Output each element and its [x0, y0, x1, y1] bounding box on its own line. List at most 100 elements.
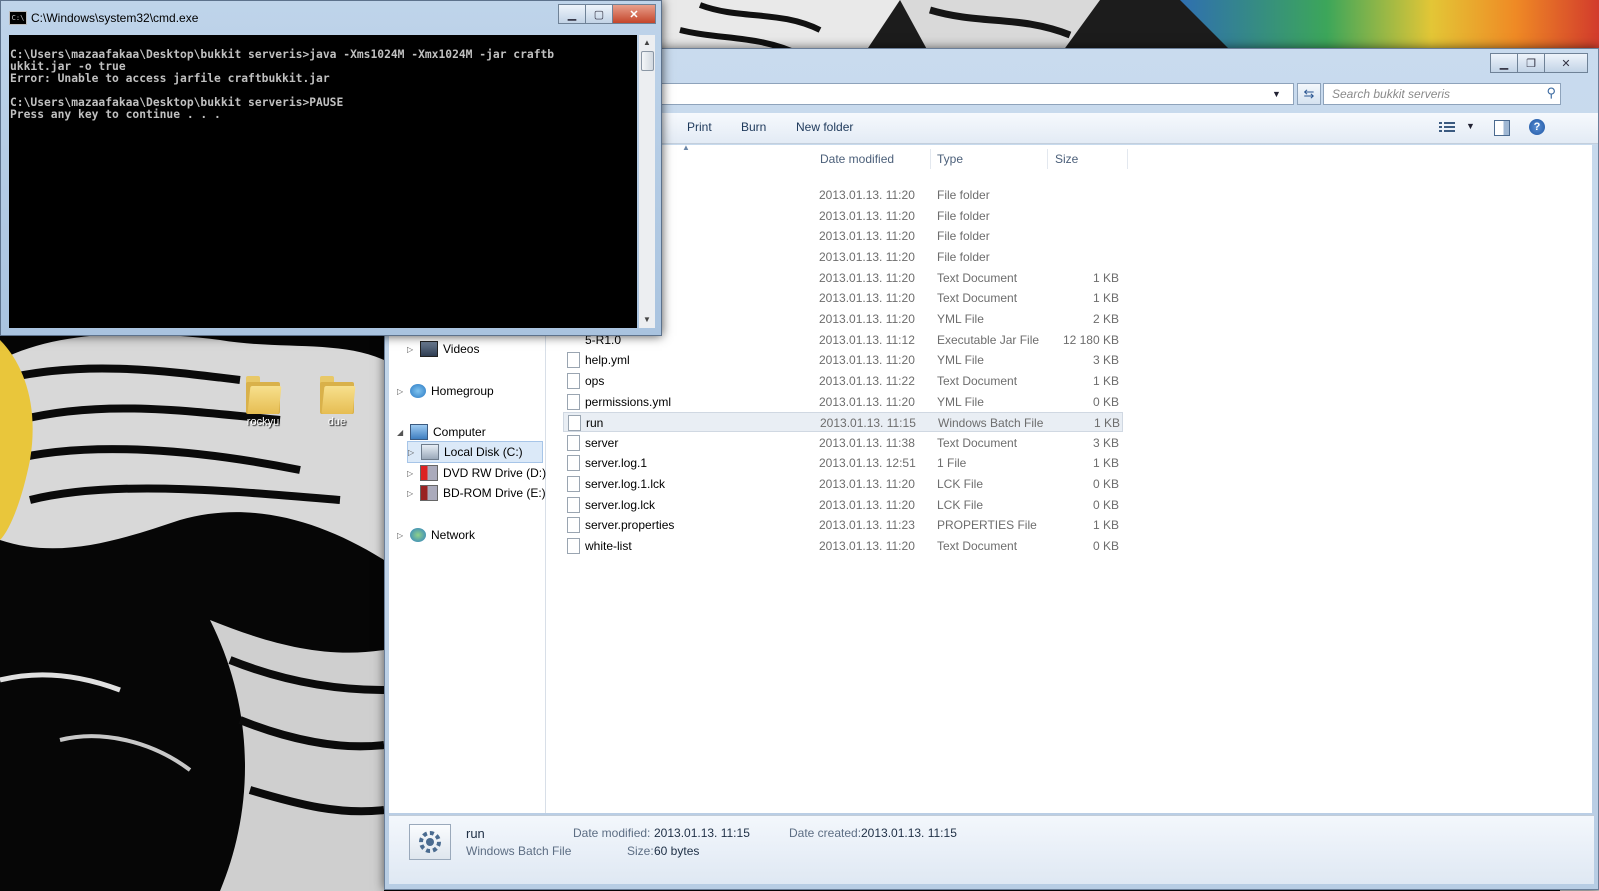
file-row[interactable]: server.log.1.lck 2013.01.13. 11:20 LCK Fil…: [563, 474, 1123, 494]
videos-icon: [420, 341, 438, 357]
expand-arrow-icon[interactable]: ▷: [407, 345, 417, 354]
file-name: server.log.1: [585, 456, 648, 471]
close-button[interactable]: ✕: [613, 4, 656, 24]
search-icon[interactable]: ⚲: [1546, 85, 1556, 101]
nav-item-videos[interactable]: ▷ Videos: [407, 339, 479, 359]
nav-label: Videos: [443, 342, 480, 356]
minimize-button[interactable]: ▁: [1490, 53, 1518, 73]
column-header-size[interactable]: Size: [1049, 149, 1128, 169]
file-size: 1 KB: [1092, 373, 1119, 388]
desktop-folder-icon[interactable]: rockyu: [232, 376, 294, 428]
file-icon: [567, 517, 580, 534]
console-output[interactable]: C:\Users\mazaafakaa\Desktop\bukkit serve…: [9, 35, 637, 328]
close-button[interactable]: ✕: [1545, 53, 1588, 73]
file-row[interactable]: server.log.1 2013.01.13. 12:51 1 File 1 KB: [563, 453, 1123, 473]
details-date-created-label: Date created:: [789, 826, 862, 840]
file-row[interactable]: server 2013.01.13. 11:38 Text Document 3 KB: [563, 433, 1123, 453]
file-date-modified: 2013.01.13. 11:20: [819, 497, 915, 512]
homegroup-icon: [410, 384, 426, 398]
expand-arrow-icon[interactable]: ▷: [397, 531, 407, 540]
file-size: 0 KB: [1092, 497, 1119, 512]
file-icon: [567, 496, 580, 513]
console-text: C:\Users\mazaafakaa\Desktop\bukkit serve…: [10, 48, 555, 121]
chevron-down-icon[interactable]: ▼: [1272, 89, 1281, 99]
print-button[interactable]: Print: [687, 120, 712, 134]
burn-button[interactable]: Burn: [741, 120, 766, 134]
column-header-type[interactable]: Type: [931, 149, 1048, 169]
collapse-arrow-icon[interactable]: ◢: [397, 428, 407, 437]
console-scrollbar[interactable]: ▲ ▼: [639, 35, 655, 328]
nav-label: Local Disk (C:): [444, 445, 523, 459]
expand-arrow-icon[interactable]: ▷: [408, 448, 418, 457]
nav-label: BD-ROM Drive (E:) N: [443, 486, 558, 500]
nav-label: Homegroup: [431, 384, 494, 398]
nav-item-computer[interactable]: ◢ Computer: [397, 422, 486, 442]
file-date-modified: 2013.01.13. 11:12: [819, 332, 915, 347]
close-icon: ✕: [629, 8, 639, 21]
file-name: server.log.1.lck: [585, 477, 666, 492]
minimize-icon: ▁: [1499, 57, 1509, 70]
scrollbar-thumb[interactable]: [641, 51, 654, 71]
scroll-up-icon[interactable]: ▲: [641, 37, 653, 49]
expand-arrow-icon[interactable]: ▷: [407, 469, 417, 478]
search-box[interactable]: ⚲: [1323, 83, 1561, 105]
nav-item-bdrom-drive[interactable]: ▷ BD-ROM Drive (E:) N: [407, 483, 558, 503]
file-row[interactable]: ops 2013.01.13. 11:22 Text Document 1 KB: [563, 371, 1123, 391]
scroll-down-icon[interactable]: ▼: [641, 314, 653, 326]
details-size-label: Size:: [627, 844, 654, 858]
file-row[interactable]: server.log.lck 2013.01.13. 11:20 LCK File 0…: [563, 495, 1123, 515]
file-name: permissions.yml: [585, 394, 672, 409]
expand-arrow-icon[interactable]: ▷: [397, 387, 407, 396]
maximize-button[interactable]: ▢: [586, 4, 613, 24]
desktop-folder-icon[interactable]: due: [306, 376, 368, 428]
file-row[interactable]: permissions.yml 2013.01.13. 11:20 YML File…: [563, 392, 1123, 412]
file-date-modified: 2013.01.13. 12:51: [819, 456, 916, 471]
file-name: white-list: [585, 539, 632, 554]
nav-label: Network: [431, 528, 476, 542]
new-folder-button[interactable]: New folder: [796, 120, 853, 134]
refresh-button[interactable]: ⇆: [1297, 83, 1321, 105]
file-row[interactable]: white-list 2013.01.13. 11:20 Text Document…: [563, 536, 1123, 556]
file-type: Text Document: [937, 270, 1018, 285]
file-size: 0 KB: [1092, 539, 1119, 554]
chevron-down-icon[interactable]: ▼: [1466, 121, 1475, 131]
desktop-icon-label: rockyu: [246, 416, 280, 428]
column-header-date[interactable]: Date modified: [814, 149, 931, 169]
file-row[interactable]: server.properties 2013.01.13. 11:23 PROPER…: [563, 515, 1123, 535]
minimize-button[interactable]: ▁: [558, 4, 586, 24]
dvd-drive-icon: [420, 465, 438, 481]
help-icon[interactable]: ?: [1529, 119, 1545, 135]
folder-icon: [320, 376, 356, 414]
file-row[interactable]: help.yml 2013.01.13. 11:20 YML File 3 KB: [563, 350, 1123, 370]
file-size: 1 KB: [1093, 416, 1120, 431]
file-icon: [567, 538, 580, 555]
nav-item-local-disk[interactable]: ▷ Local Disk (C:): [407, 441, 543, 463]
computer-icon: [410, 424, 428, 440]
bdrom-drive-icon: [420, 485, 438, 501]
cmd-window: C:\ C:\Windows\system32\cmd.exe ▁ ▢ ✕ C:…: [0, 0, 662, 336]
search-input[interactable]: [1330, 86, 1534, 102]
file-name: ops: [585, 373, 605, 388]
nav-item-network[interactable]: ▷ Network: [397, 525, 475, 545]
sort-arrow-icon: ▲: [682, 145, 690, 152]
nav-item-dvd-drive[interactable]: ▷ DVD RW Drive (D:) G: [407, 463, 559, 483]
file-size: 1 KB: [1092, 456, 1119, 471]
file-row[interactable]: run 2013.01.13. 11:15 Windows Batch File 1 …: [563, 412, 1123, 433]
file-type: LCK File: [937, 477, 984, 492]
view-options-icon[interactable]: [1439, 121, 1455, 133]
cmd-icon: C:\: [9, 11, 27, 25]
file-size: 1 KB: [1092, 270, 1119, 285]
nav-item-homegroup[interactable]: ▷ Homegroup: [397, 381, 494, 401]
restore-icon: ❐: [1526, 57, 1536, 70]
file-size: 1 KB: [1092, 518, 1119, 533]
batch-file-icon: [409, 824, 451, 860]
file-type: LCK File: [937, 497, 984, 512]
nav-label: Computer: [433, 425, 486, 439]
file-name: help.yml: [585, 353, 630, 368]
maximize-button[interactable]: ❐: [1518, 53, 1545, 73]
preview-pane-icon[interactable]: [1494, 120, 1510, 136]
file-type: Text Document: [937, 539, 1018, 554]
expand-arrow-icon[interactable]: ▷: [407, 489, 417, 498]
close-icon: ✕: [1561, 57, 1571, 70]
file-icon: [567, 352, 580, 369]
